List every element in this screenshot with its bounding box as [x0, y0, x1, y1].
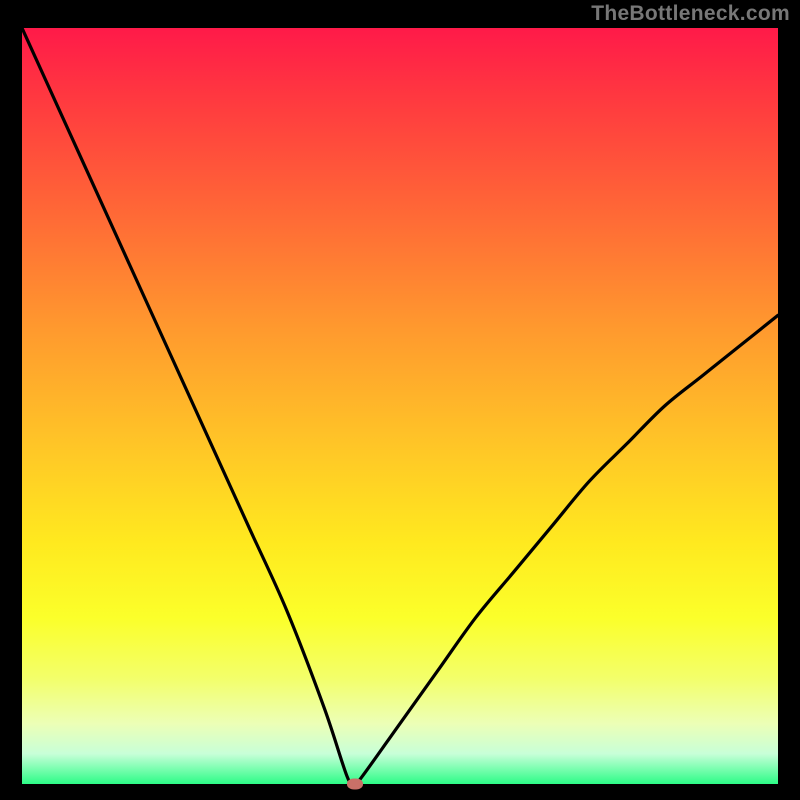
- watermark-text: TheBottleneck.com: [591, 2, 790, 26]
- curve-path: [22, 28, 778, 784]
- plot-area: [22, 28, 778, 784]
- chart-frame: TheBottleneck.com: [0, 0, 800, 800]
- bottleneck-curve: [22, 28, 778, 784]
- optimal-point-marker: [347, 779, 363, 790]
